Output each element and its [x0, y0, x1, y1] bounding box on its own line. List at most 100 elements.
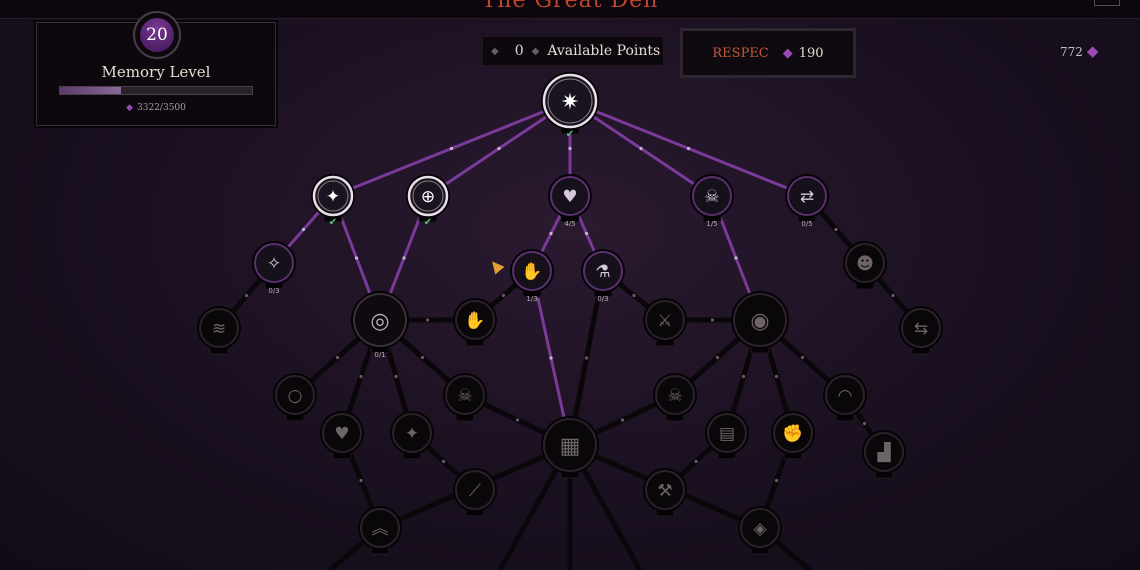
axe-icon: ⚒ — [657, 481, 672, 501]
skill-node-a2[interactable]: ⊕✔ — [406, 174, 450, 228]
edge-dot — [515, 418, 520, 422]
chevrons-up-icon: ︽ — [372, 519, 389, 539]
skill-node-e6[interactable]: ▟ — [862, 430, 906, 479]
edge-dot — [402, 256, 406, 260]
skill-node-d1[interactable]: ○ — [273, 373, 317, 422]
edge-dot — [584, 356, 589, 360]
edge-dot — [501, 293, 506, 298]
edge-dot — [734, 256, 738, 260]
skill-node-g2[interactable]: ◈ — [738, 506, 782, 555]
edge-dot — [568, 146, 572, 151]
skill-node-c2[interactable]: ◎ 0/1 — [351, 291, 409, 359]
skill-rank: 1/3 — [526, 295, 537, 303]
skill-node-e3[interactable]: ▦ — [541, 416, 599, 479]
skill-node-c1[interactable]: ≋ — [197, 306, 241, 355]
edge-dot — [420, 355, 425, 360]
edge-dot — [335, 355, 340, 360]
ring-sparkle-icon: ◎ — [370, 309, 389, 334]
bag-swap-icon: ⇄ — [800, 187, 814, 207]
skull-up-icon: ☠ — [704, 187, 719, 207]
edge-dot — [584, 231, 589, 236]
edge-dot — [394, 374, 398, 379]
skill-node-b2[interactable]: ✋ 1/3 — [510, 249, 554, 303]
skull-up-icon: ☠ — [667, 386, 682, 406]
sparkle-icon: ✦ — [405, 424, 419, 444]
edge-dot — [710, 318, 715, 322]
globe-shield-icon: ⊕ — [421, 187, 435, 207]
hand-potion-icon: ✋ — [521, 261, 542, 282]
skill-node-d3[interactable]: ☠ — [653, 373, 697, 422]
edge-dot — [549, 231, 553, 236]
skill-node-f1[interactable]: ⟋ — [453, 468, 497, 517]
boot-icon: ▟ — [876, 441, 891, 463]
edge-dot — [441, 459, 446, 464]
edge-dot — [715, 355, 720, 360]
orb-icon: ◈ — [753, 519, 767, 539]
edge-dot — [639, 146, 643, 151]
skill-rank: 0/3 — [268, 287, 279, 295]
skill-node-e4[interactable]: ▤ — [705, 411, 749, 460]
skill-node-c6[interactable]: ⇆ — [899, 306, 943, 355]
skill-node-c4[interactable]: ⚔ — [643, 298, 687, 347]
grid-core-icon: ▦ — [560, 434, 581, 459]
edge-dot — [449, 146, 454, 151]
edge-dot — [834, 227, 838, 232]
hand-bottle-icon: ✋ — [464, 310, 485, 331]
skill-node-c5[interactable]: ◉ — [731, 291, 789, 354]
skill-node-c3[interactable]: ✋ — [453, 298, 497, 347]
skill-node-b1[interactable]: ✧ 0/3 — [252, 241, 296, 295]
skill-node-b3[interactable]: ⚗ 0/3 — [581, 249, 625, 303]
slash-icon: ⟋ — [469, 481, 481, 501]
edge-dot — [862, 421, 867, 426]
edge-dot — [632, 293, 636, 298]
edge-dot — [359, 374, 363, 379]
edge-dot — [620, 418, 625, 422]
skill-node-a5[interactable]: ⇄ 0/5 — [785, 174, 829, 228]
skill-node-d2[interactable]: ☠ — [443, 373, 487, 422]
check-icon: ✔ — [329, 217, 337, 228]
fist-icon: ✊ — [782, 424, 803, 444]
edge-dot — [301, 227, 306, 232]
claw-slash-icon: ≋ — [212, 319, 226, 339]
edge-dot — [497, 146, 501, 151]
edge-dot — [774, 374, 779, 379]
edge-dot — [800, 355, 805, 360]
skill-rank: 0/3 — [597, 295, 608, 303]
skill-rank: 4/5 — [564, 220, 575, 228]
bust-icon: ☻ — [856, 254, 874, 274]
skill-node-e2[interactable]: ✦ — [390, 411, 434, 460]
heart-potion-icon: ♥ — [562, 187, 577, 207]
skill-node-g1[interactable]: ︽ — [358, 506, 402, 555]
ring-icon: ○ — [288, 386, 303, 406]
skill-rank: 1/5 — [706, 220, 717, 228]
edge-dot — [686, 146, 691, 151]
bow-icon: ◠ — [838, 386, 853, 406]
skill-node-e1[interactable]: ♥ — [320, 411, 364, 460]
skill-node-root[interactable]: ✷✔ — [541, 72, 599, 140]
skill-rank: 0/5 — [801, 220, 812, 228]
flask-arrow-icon: ⚗ — [595, 262, 610, 282]
eye-ring-icon: ◉ — [750, 309, 769, 334]
skill-node-a4[interactable]: ☠ 1/5 — [690, 174, 734, 228]
skill-tree: ✷✔✦✔⊕✔♥4/5☠1/5⇄0/5✧0/3✋1/3⚗0/3☻≋ ◎0/1✋ ⚔ ◉ ⇆… — [197, 72, 943, 570]
edge-dot — [741, 374, 746, 379]
skill-rank: 0/1 — [374, 351, 385, 359]
edge-dot — [425, 318, 430, 322]
edge-dot — [354, 256, 359, 260]
heart-icon: ♥ — [334, 424, 349, 444]
skill-node-a3[interactable]: ♥ 4/5 — [548, 174, 592, 228]
skill-node-f2[interactable]: ⚒ — [643, 468, 687, 517]
edge-dot — [891, 293, 895, 298]
check-icon: ✔ — [566, 129, 574, 140]
book-icon: ▤ — [719, 424, 735, 444]
edge-dot — [549, 356, 553, 360]
hands-swap-icon: ⇆ — [914, 319, 928, 339]
compass-star-icon: ✷ — [561, 90, 579, 115]
edge-dot — [694, 459, 698, 464]
edge-dot — [774, 478, 779, 483]
edge-dot — [244, 293, 249, 298]
skill-node-e5[interactable]: ✊ — [771, 411, 815, 460]
check-icon: ✔ — [424, 217, 432, 228]
skill-node-a1[interactable]: ✦✔ — [311, 174, 355, 228]
sword-arc-icon: ⚔ — [657, 311, 672, 331]
